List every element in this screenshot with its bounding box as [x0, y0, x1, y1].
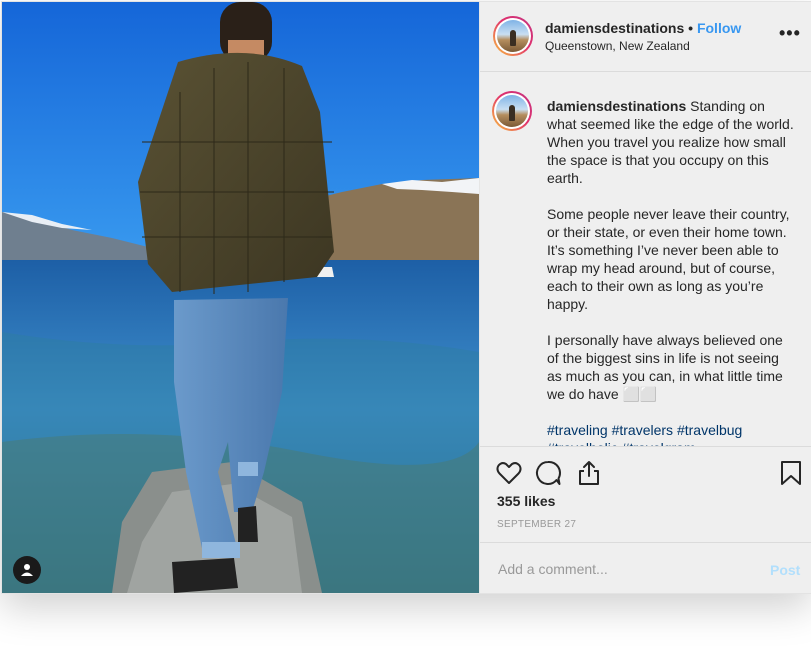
photo-scene [2, 2, 479, 593]
caption-paragraph-3: I personally have always believed one of… [547, 332, 783, 402]
comment-bar: Post [480, 542, 811, 593]
post-photo[interactable] [2, 2, 479, 593]
share-icon[interactable] [575, 459, 603, 487]
comment-input[interactable] [496, 557, 750, 581]
author-line: damiensdestinations • Follow [545, 20, 741, 36]
action-bar: 355 likes SEPTEMBER 27 [480, 446, 811, 542]
heart-icon[interactable] [495, 459, 523, 487]
post-date: SEPTEMBER 27 [497, 519, 577, 530]
separator-dot: • [688, 20, 694, 36]
author-username[interactable]: damiensdestinations [545, 20, 684, 36]
author-avatar[interactable] [493, 16, 533, 56]
bookmark-icon[interactable] [777, 459, 805, 487]
follow-button[interactable]: Follow [697, 20, 741, 36]
post-location[interactable]: Queenstown, New Zealand [545, 39, 690, 53]
caption-area: damiensdestinations Standing on what see… [480, 73, 811, 446]
more-options-icon[interactable]: ••• [779, 24, 800, 46]
user-tag-icon [21, 564, 33, 576]
caption-text: damiensdestinations Standing on what see… [547, 97, 797, 446]
caption-paragraph-2: Some people never leave their country, o… [547, 206, 790, 312]
caption-username[interactable]: damiensdestinations [547, 98, 686, 114]
user-tag-button[interactable] [13, 556, 41, 584]
post-header: damiensdestinations • Follow Queenstown,… [480, 2, 811, 72]
caption-hashtags[interactable]: #traveling #travelers #travelbug #travel… [547, 421, 797, 446]
instagram-post-card: damiensdestinations • Follow Queenstown,… [1, 1, 811, 594]
comment-bubble-icon[interactable] [534, 459, 562, 487]
like-count[interactable]: 355 likes [497, 493, 555, 509]
caption-author-avatar[interactable] [492, 91, 532, 131]
post-details-panel: damiensdestinations • Follow Queenstown,… [479, 2, 811, 593]
post-comment-button[interactable]: Post [770, 562, 800, 578]
